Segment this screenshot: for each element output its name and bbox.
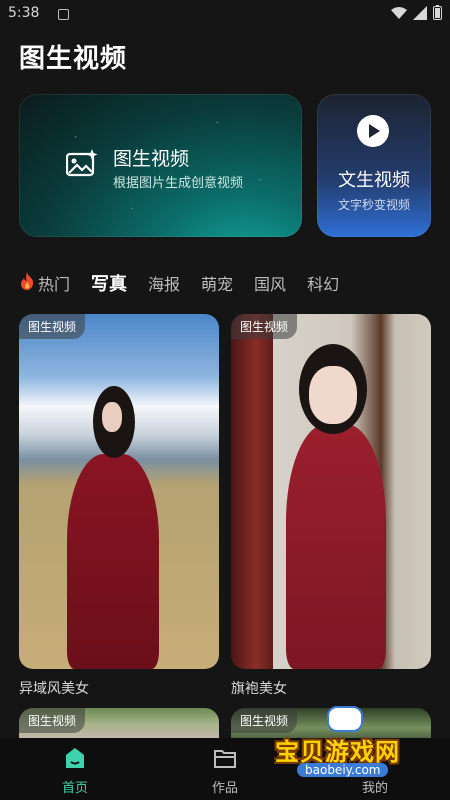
card-main-title: 图生视频 (113, 148, 190, 170)
tile-image-detail (231, 314, 273, 669)
tile-image (67, 454, 159, 669)
watermark-text: 宝贝游戏网 (275, 738, 400, 766)
nav-label: 首页 (61, 781, 88, 796)
status-bar: 5:38 (0, 0, 450, 30)
tile-tag: 图生视频 (19, 314, 86, 339)
image-to-video-card[interactable]: 图生视频 根据图片生成创意视频 (19, 94, 302, 237)
tab-label: 国风 (254, 275, 287, 294)
status-time: 5:38 (8, 5, 40, 21)
signal-icon (413, 5, 427, 20)
card-side-title: 文生视频 (338, 170, 410, 191)
tile-tag: 图生视频 (231, 314, 298, 339)
tile-image-detail (309, 366, 357, 424)
template-tile[interactable]: 图生视频 (19, 314, 219, 669)
folder-icon (214, 750, 236, 768)
category-tabs: 热门 写真 海报 萌宠 国风 科幻 (19, 270, 360, 296)
flame-icon (19, 272, 35, 294)
image-sparkle-icon (66, 149, 98, 177)
tab-label: 海报 (148, 275, 181, 294)
tab-hot[interactable]: 热门 (19, 271, 70, 295)
watermark-url: baobeiy.com (297, 763, 389, 777)
tab-portrait[interactable]: 写真 (91, 270, 127, 296)
text-to-video-card[interactable]: 文生视频 文字秒变视频 (317, 94, 431, 237)
tab-label: 热门 (38, 275, 71, 294)
tile-tag: 图生视频 (19, 708, 86, 733)
card-side-subtitle: 文字秒变视频 (337, 198, 410, 212)
home-icon (66, 748, 84, 768)
tab-guofeng[interactable]: 国风 (254, 271, 286, 295)
tab-label: 写真 (91, 274, 128, 295)
notification-icon (58, 9, 69, 20)
watermark: 宝贝游戏网 baobeiy.com (275, 706, 440, 786)
tile-image (286, 424, 386, 669)
card-main-subtitle: 根据图片生成创意视频 (113, 176, 244, 191)
gamepad-logo-icon (327, 706, 363, 732)
tab-scifi[interactable]: 科幻 (307, 271, 339, 295)
status-icons (391, 5, 442, 20)
template-tile[interactable]: 图生视频 (231, 314, 431, 669)
page-title: 图生视频 (19, 44, 128, 74)
tab-label: 萌宠 (201, 275, 234, 294)
wifi-icon (391, 6, 407, 19)
tile-caption: 旗袍美女 (231, 681, 287, 697)
tile-image-detail (102, 402, 122, 432)
play-icon (357, 115, 389, 147)
tab-poster[interactable]: 海报 (148, 271, 180, 295)
battery-icon (433, 5, 442, 20)
tile-caption: 异域风美女 (19, 681, 89, 697)
nav-home[interactable]: 首页 (0, 738, 150, 800)
tab-pets[interactable]: 萌宠 (201, 271, 233, 295)
tab-label: 科幻 (307, 275, 340, 294)
